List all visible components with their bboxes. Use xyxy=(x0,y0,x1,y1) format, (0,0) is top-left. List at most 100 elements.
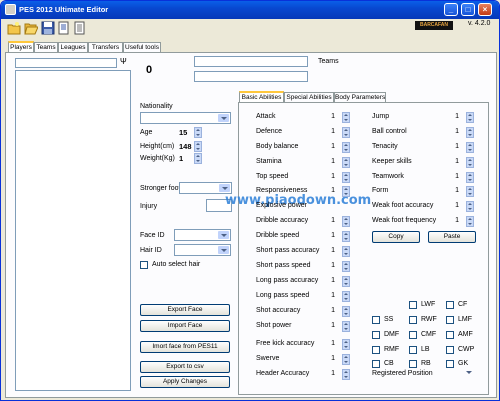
import-face-pes11-button[interactable]: Imort face from PES11 xyxy=(140,341,230,353)
ability-l4-spinner[interactable] xyxy=(342,172,350,183)
ability-l13-spinner[interactable] xyxy=(342,306,350,317)
apply-changes-button[interactable]: Apply Changes xyxy=(140,376,230,388)
ability-l2-label: Body balance xyxy=(256,143,299,150)
maximize-button[interactable]: □ xyxy=(461,3,475,16)
height-spinner[interactable] xyxy=(194,141,202,152)
ability-r3-spinner[interactable] xyxy=(466,157,474,168)
save-icon[interactable] xyxy=(41,21,55,35)
ability-r0-value: 1 xyxy=(455,113,459,120)
ability-r0-spinner[interactable] xyxy=(466,112,474,123)
ability-r0-label: Jump xyxy=(372,113,390,120)
position-checkbox-amf[interactable] xyxy=(446,331,454,339)
ability-r1-spinner[interactable] xyxy=(466,127,474,138)
tab-basic-abilities[interactable]: Basic Abilities xyxy=(239,91,284,102)
open-folder-icon[interactable] xyxy=(24,21,38,35)
hair-id-select[interactable] xyxy=(174,244,231,256)
ability-l8-spinner[interactable] xyxy=(342,231,350,242)
ability-r4-spinner[interactable] xyxy=(466,172,474,183)
window-title: PES 2012 Ultimate Editor xyxy=(19,5,109,14)
tab-body-parameters[interactable]: Body Parameters xyxy=(334,92,386,102)
export-icon[interactable] xyxy=(73,21,87,35)
ability-l5-label: Responsiveness xyxy=(256,187,308,194)
ability-l8-value: 1 xyxy=(331,232,335,239)
position-checkbox-rmf[interactable] xyxy=(372,346,380,354)
tab-special-abilities[interactable]: Special Abilities xyxy=(284,92,334,102)
export-csv-button[interactable]: Export to csv xyxy=(140,361,230,373)
position-checkbox-gk[interactable] xyxy=(446,360,454,368)
copy-button[interactable]: Copy xyxy=(372,231,420,243)
ability-l5-spinner[interactable] xyxy=(342,186,350,197)
player-list[interactable] xyxy=(15,70,131,391)
ability-l14-spinner[interactable] xyxy=(342,321,350,332)
ability-r2-spinner[interactable] xyxy=(466,142,474,153)
chevron-down-icon xyxy=(218,114,229,122)
weight-label: Weight(Kg) xyxy=(140,155,175,162)
player-search-input[interactable] xyxy=(15,58,117,68)
player-name-input[interactable] xyxy=(194,56,308,67)
close-button[interactable]: × xyxy=(478,3,492,16)
ability-l14-value: 1 xyxy=(331,322,335,329)
filter-icon[interactable]: Ψ xyxy=(120,57,127,66)
ability-r5-spinner[interactable] xyxy=(466,186,474,197)
ability-l7-spinner[interactable] xyxy=(342,216,350,227)
nationality-select[interactable] xyxy=(140,112,231,124)
tab-useful-tools[interactable]: Useful tools xyxy=(123,42,161,52)
tab-transfers[interactable]: Transfers xyxy=(88,42,123,52)
ability-l17-spinner[interactable] xyxy=(342,369,350,380)
import-face-button[interactable]: Import Face xyxy=(140,320,230,332)
minimize-button[interactable]: _ xyxy=(444,3,458,16)
ability-l3-spinner[interactable] xyxy=(342,157,350,168)
ability-r3-value: 1 xyxy=(455,158,459,165)
tab-players[interactable]: Players xyxy=(8,41,34,52)
paste-button[interactable]: Paste xyxy=(428,231,476,243)
injury-label: Injury xyxy=(140,203,158,210)
save-as-icon[interactable] xyxy=(57,21,71,35)
ability-l1-spinner[interactable] xyxy=(342,127,350,138)
ability-l15-spinner[interactable] xyxy=(342,339,350,350)
export-face-button[interactable]: Export Face xyxy=(140,304,230,316)
weight-value: 1 xyxy=(179,154,184,163)
ability-r7-label: Weak foot frequency xyxy=(372,217,437,224)
position-checkbox-lwf[interactable] xyxy=(409,301,417,309)
position-checkbox-cwp[interactable] xyxy=(446,346,454,354)
position-checkbox-lmf[interactable] xyxy=(446,316,454,324)
weight-spinner[interactable] xyxy=(194,153,202,164)
ability-l12-spinner[interactable] xyxy=(342,291,350,302)
ability-r6-label: Weak foot accuracy xyxy=(372,202,434,209)
ability-l1-value: 1 xyxy=(331,128,335,135)
age-value: 15 xyxy=(179,128,188,137)
position-checkbox-cf[interactable] xyxy=(446,301,454,309)
height-value: 148 xyxy=(179,142,192,151)
position-checkbox-dmf[interactable] xyxy=(372,331,380,339)
face-id-select[interactable] xyxy=(174,229,231,241)
ability-r6-spinner[interactable] xyxy=(466,201,474,212)
new-folder-icon[interactable] xyxy=(7,21,21,35)
player-shirt-name-input[interactable] xyxy=(194,71,308,82)
teams-label: Teams xyxy=(318,58,339,65)
registered-position-label: Registered Position xyxy=(372,370,433,377)
ability-l6-label: Explosive power xyxy=(256,202,307,209)
ability-l11-spinner[interactable] xyxy=(342,276,350,287)
position-label-cwp: CWP xyxy=(458,346,475,353)
auto-hair-checkbox[interactable] xyxy=(140,261,148,269)
registered-position-select[interactable] xyxy=(437,367,475,379)
tab-teams[interactable]: Teams xyxy=(34,42,58,52)
ability-l10-spinner[interactable] xyxy=(342,261,350,272)
position-checkbox-lb[interactable] xyxy=(409,346,417,354)
position-checkbox-cmf[interactable] xyxy=(409,331,417,339)
ability-l9-label: Short pass accuracy xyxy=(256,247,320,254)
ability-r7-spinner[interactable] xyxy=(466,216,474,227)
position-checkbox-cb[interactable] xyxy=(372,360,380,368)
ability-l4-label: Top speed xyxy=(256,173,289,180)
ability-l2-spinner[interactable] xyxy=(342,142,350,153)
ability-l16-spinner[interactable] xyxy=(342,354,350,365)
position-checkbox-rwf[interactable] xyxy=(409,316,417,324)
position-checkbox-rb[interactable] xyxy=(409,360,417,368)
ability-l0-spinner[interactable] xyxy=(342,112,350,123)
ability-l11-label: Long pass accuracy xyxy=(256,277,319,284)
tab-leagues[interactable]: Leagues xyxy=(58,42,88,52)
position-checkbox-ss[interactable] xyxy=(372,316,380,324)
age-spinner[interactable] xyxy=(194,127,202,138)
ability-l9-spinner[interactable] xyxy=(342,246,350,257)
player-id: 0 xyxy=(146,64,153,76)
